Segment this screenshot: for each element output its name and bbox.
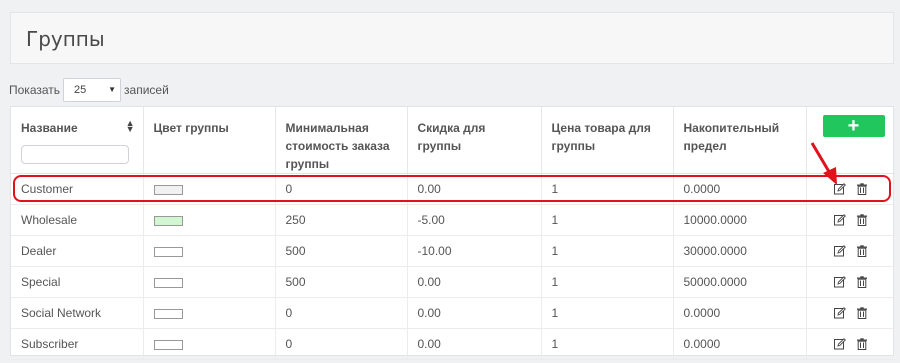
column-header-discount: Скидка для группы xyxy=(407,107,542,174)
column-header-limit: Накопительный предел xyxy=(673,107,807,174)
trash-icon[interactable] xyxy=(856,183,868,196)
discount-cell: 0.00 xyxy=(407,328,542,360)
trash-icon[interactable] xyxy=(856,307,868,320)
limit-cell: 30000.0000 xyxy=(673,235,807,267)
min-order-cell: 500 xyxy=(275,266,408,298)
column-header-min-order: Минимальная стоимость заказа группы xyxy=(275,107,408,174)
color-swatch xyxy=(153,215,183,226)
column-header-name[interactable]: Название ▲ ▼ xyxy=(11,107,144,174)
limit-cell: 10000.0000 xyxy=(673,204,807,236)
color-swatch xyxy=(153,184,183,195)
min-order-cell: 250 xyxy=(275,204,408,236)
edit-icon[interactable] xyxy=(833,307,846,319)
column-header-actions: + xyxy=(806,107,895,174)
discount-cell: -10.00 xyxy=(407,235,542,267)
table-row: Subscriber 0 0.00 1 0.0000 xyxy=(11,328,895,360)
discount-cell: -5.00 xyxy=(407,204,542,236)
table-row: Social Network 0 0.00 1 0.0000 xyxy=(11,297,895,329)
table-row: Wholesale 250 -5.00 1 10000.0000 xyxy=(11,204,895,236)
edit-icon[interactable] xyxy=(833,276,846,288)
column-label-name: Название xyxy=(21,121,78,135)
page-header: Группы xyxy=(10,12,894,64)
column-label-color: Цвет группы xyxy=(153,121,229,135)
color-swatch xyxy=(153,339,183,350)
chevron-down-icon: ▼ xyxy=(108,85,117,94)
column-header-price: Цена товара для группы xyxy=(541,107,674,174)
trash-icon[interactable] xyxy=(856,214,868,227)
group-color-cell xyxy=(143,328,276,360)
group-name-cell: Subscriber xyxy=(11,328,144,360)
group-color-cell xyxy=(143,235,276,267)
add-group-button[interactable]: + xyxy=(822,115,885,137)
price-cell: 1 xyxy=(541,235,674,267)
group-name-cell: Social Network xyxy=(11,297,144,329)
group-name-cell: Wholesale xyxy=(11,204,144,236)
table-header-row: Название ▲ ▼ Цвет группы Минимальная стои… xyxy=(11,107,895,174)
group-color-cell xyxy=(143,266,276,298)
min-order-cell: 0 xyxy=(275,173,408,205)
discount-cell: 0.00 xyxy=(407,297,542,329)
discount-cell: 0.00 xyxy=(407,173,542,205)
records-per-page-select[interactable]: 25 ▼ xyxy=(63,78,122,102)
actions-cell xyxy=(806,266,895,298)
records-length-control: Показать 25 ▼ записей xyxy=(9,78,169,102)
trash-icon[interactable] xyxy=(856,245,868,258)
page-title: Группы xyxy=(26,27,105,51)
actions-cell xyxy=(806,297,895,329)
group-color-cell xyxy=(143,204,276,236)
records-label: записей xyxy=(124,83,169,97)
color-swatch xyxy=(153,246,183,257)
limit-cell: 0.0000 xyxy=(673,297,807,329)
group-name-cell: Special xyxy=(11,266,144,298)
price-cell: 1 xyxy=(541,266,674,298)
table-row: Special 500 0.00 1 50000.0000 xyxy=(11,266,895,298)
group-color-cell xyxy=(143,297,276,329)
group-color-cell xyxy=(143,173,276,205)
actions-cell xyxy=(806,204,895,236)
limit-cell: 0.0000 xyxy=(673,328,807,360)
edit-icon[interactable] xyxy=(833,338,846,350)
min-order-cell: 500 xyxy=(275,235,408,267)
groups-table: Название ▲ ▼ Цвет группы Минимальная стои… xyxy=(11,107,895,360)
price-cell: 1 xyxy=(541,204,674,236)
limit-cell: 0.0000 xyxy=(673,173,807,205)
price-cell: 1 xyxy=(541,297,674,329)
group-name-cell: Customer xyxy=(11,173,144,205)
column-label-price: Цена товара для группы xyxy=(551,121,651,153)
edit-icon[interactable] xyxy=(833,245,846,257)
edit-icon[interactable] xyxy=(833,183,846,195)
column-label-min-order: Минимальная стоимость заказа группы xyxy=(285,121,390,171)
actions-cell xyxy=(806,235,895,267)
trash-icon[interactable] xyxy=(856,276,868,289)
name-filter-input[interactable] xyxy=(21,145,129,164)
show-label: Показать xyxy=(9,83,61,97)
price-cell: 1 xyxy=(541,173,674,205)
edit-icon[interactable] xyxy=(833,214,846,226)
column-label-discount: Скидка для группы xyxy=(417,121,486,153)
records-per-page-value: 25 xyxy=(74,84,87,96)
min-order-cell: 0 xyxy=(275,328,408,360)
actions-cell xyxy=(806,173,895,205)
table-row: Customer 0 0.00 1 0.0000 xyxy=(11,173,895,205)
limit-cell: 50000.0000 xyxy=(673,266,807,298)
price-cell: 1 xyxy=(541,328,674,360)
color-swatch xyxy=(153,308,183,319)
actions-cell xyxy=(806,328,895,360)
trash-icon[interactable] xyxy=(856,338,868,351)
group-name-cell: Dealer xyxy=(11,235,144,267)
column-header-color: Цвет группы xyxy=(143,107,276,174)
column-label-limit: Накопительный предел xyxy=(683,121,780,153)
table-row: Dealer 500 -10.00 1 30000.0000 xyxy=(11,235,895,267)
discount-cell: 0.00 xyxy=(407,266,542,298)
sort-icon[interactable]: ▲ ▼ xyxy=(126,119,135,134)
color-swatch xyxy=(153,277,183,288)
groups-table-panel: Название ▲ ▼ Цвет группы Минимальная стои… xyxy=(10,106,895,360)
min-order-cell: 0 xyxy=(275,297,408,329)
